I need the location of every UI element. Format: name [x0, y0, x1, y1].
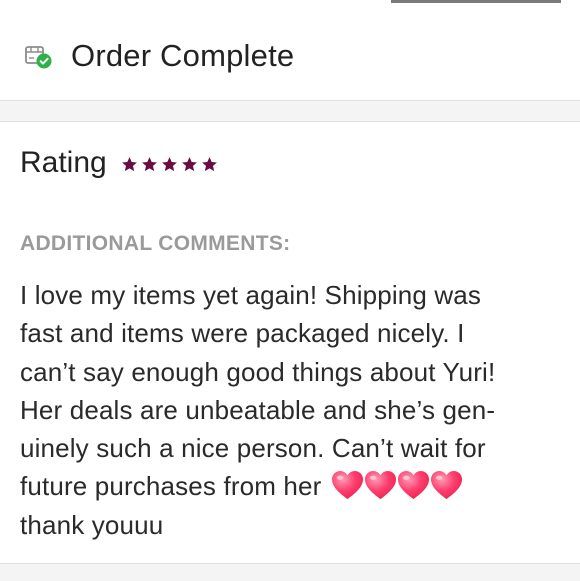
order-status-header: Order Complete	[0, 22, 580, 90]
pink-heart-icon	[331, 471, 363, 500]
order-status-title: Order Complete	[71, 38, 295, 73]
pink-heart-icon	[430, 471, 462, 500]
star-icon	[161, 156, 177, 171]
rating-row: Rating	[20, 143, 218, 183]
package-check-icon	[24, 44, 54, 70]
comment-line: I love my items yet again! Shipping was	[20, 280, 482, 310]
rating-stars	[121, 156, 218, 173]
pink-heart-icon	[364, 471, 396, 500]
top-tab-indicator	[391, 0, 561, 3]
star-icon	[141, 156, 157, 171]
comment-line: future purchases from her	[20, 471, 322, 502]
comment-line: uinely such a nice person. Can’t wait fo…	[20, 433, 486, 464]
comment-line: thank youuu	[20, 509, 164, 540]
star-icon	[201, 156, 217, 171]
section-divider	[0, 100, 580, 122]
heart-emojis	[331, 470, 463, 501]
comment-line-with-hearts: future purchases from her	[20, 467, 568, 505]
comments-label: ADDITIONAL COMMENTS:	[20, 232, 291, 255]
pink-heart-icon	[397, 471, 429, 500]
comment-line: can’t say enough good things about Yuri!	[20, 356, 496, 387]
section-divider-bottom	[0, 563, 580, 581]
star-icon	[181, 156, 197, 171]
comment-line: fast and items were packaged nicely. I	[20, 318, 465, 349]
comment-line: Her deals are unbeatable and she’s gen-	[20, 394, 496, 425]
comment-text: I love my items yet again! Shipping was …	[20, 276, 568, 544]
rating-label: Rating	[20, 146, 107, 179]
star-icon	[121, 156, 137, 171]
